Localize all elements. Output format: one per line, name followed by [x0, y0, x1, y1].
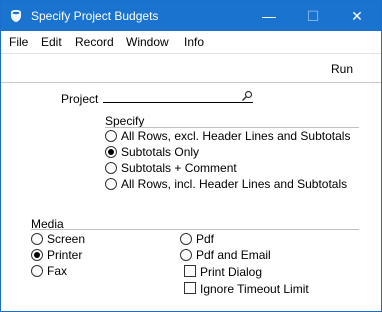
media-pdf-email-label[interactable]: Pdf and Email [196, 248, 271, 262]
maximize-button[interactable]: ☐ [291, 1, 335, 31]
media-pdf-radio[interactable] [180, 233, 192, 245]
specify-option-radio-0[interactable] [105, 130, 117, 142]
specify-option-radio-3[interactable] [105, 178, 117, 190]
specify-option-label-0[interactable]: All Rows, excl. Header Lines and Subtota… [121, 129, 350, 143]
dialog-window: Specify Project Budgets — ☐ ✕ File Edit … [0, 0, 382, 312]
menu-window[interactable]: Window [126, 35, 169, 49]
app-logo-icon [11, 10, 21, 22]
specify-group-label: Specify [105, 114, 145, 128]
media-screen-label[interactable]: Screen [47, 232, 85, 246]
specify-option-radio-1[interactable] [105, 146, 117, 158]
menu-edit[interactable]: Edit [41, 35, 62, 49]
ignore-timeout-checkbox[interactable] [184, 282, 196, 294]
specify-option-radio-2[interactable] [105, 162, 117, 174]
specify-option-label-1[interactable]: Subtotals Only [121, 145, 199, 159]
menu-info[interactable]: Info [184, 35, 204, 49]
media-pdf-email-radio[interactable] [180, 249, 192, 261]
media-fax-radio[interactable] [31, 265, 43, 277]
ignore-timeout-label[interactable]: Ignore Timeout Limit [200, 282, 309, 296]
media-pdf-label[interactable]: Pdf [196, 232, 214, 246]
specify-option-label-2[interactable]: Subtotals + Comment [121, 161, 237, 175]
menu-file[interactable]: File [9, 35, 28, 49]
print-dialog-label[interactable]: Print Dialog [200, 265, 262, 279]
print-dialog-checkbox[interactable] [184, 265, 196, 277]
project-field-underline [103, 102, 253, 103]
close-button[interactable]: ✕ [335, 1, 379, 31]
media-printer-radio[interactable] [31, 249, 43, 261]
media-fax-label[interactable]: Fax [47, 264, 67, 278]
project-label: Project [61, 92, 99, 106]
menu-record[interactable]: Record [75, 35, 114, 49]
minimize-button[interactable]: — [247, 1, 291, 31]
window-title: Specify Project Budgets [31, 9, 159, 23]
run-button[interactable]: Run [331, 62, 353, 76]
specify-group-divider [105, 127, 359, 128]
media-printer-label[interactable]: Printer [47, 248, 82, 262]
media-screen-radio[interactable] [31, 233, 43, 245]
specify-option-label-3[interactable]: All Rows, incl. Header Lines and Subtota… [121, 177, 347, 191]
menu-bar: File Edit Record Window Info [1, 31, 381, 53]
media-group-divider [31, 229, 359, 230]
title-bar[interactable]: Specify Project Budgets — ☐ ✕ [1, 1, 381, 31]
toolbar: Run [1, 53, 381, 83]
paste-special-icon[interactable] [241, 90, 253, 102]
